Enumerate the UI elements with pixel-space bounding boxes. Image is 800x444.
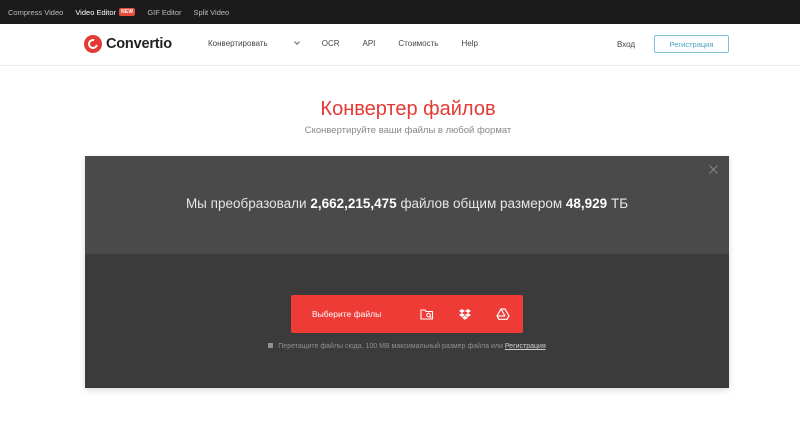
google-drive-icon[interactable] xyxy=(484,295,522,333)
topbar-link-video-editor[interactable]: Video Editor NEW xyxy=(75,7,136,17)
page-subtitle: Сконвертируйте ваши файлы в любой формат xyxy=(304,125,512,136)
main-nav: Конвертировать OCR API Стоимость Help xyxy=(208,39,501,48)
topbar-link-gif-editor[interactable]: GIF Editor xyxy=(147,8,181,17)
dropbox-icon[interactable] xyxy=(446,295,484,333)
topbar-link-compress-video[interactable]: Compress Video xyxy=(8,8,63,17)
lock-icon xyxy=(268,343,274,348)
logo-text: Convertio xyxy=(106,36,172,52)
new-badge: NEW xyxy=(119,8,136,16)
total-size: 48,929 xyxy=(565,196,608,211)
logo[interactable]: Convertio xyxy=(84,35,172,53)
topbar-link-split-video[interactable]: Split Video xyxy=(194,8,230,17)
page-title: Конвертер файлов xyxy=(320,98,496,120)
folder-search-icon[interactable] xyxy=(408,295,446,333)
converter-panel: Мы преобразовали 2,662,215,475 файлов об… xyxy=(85,156,729,388)
nav-item-convert[interactable]: Конвертировать xyxy=(208,39,300,48)
top-toolbar: Compress Video Video Editor NEW GIF Edit… xyxy=(0,0,800,24)
nav-item-convert-label: Конвертировать xyxy=(208,39,268,48)
choose-files-button-group: Выберите файлы xyxy=(291,295,523,333)
convertio-logo-icon xyxy=(84,35,102,53)
close-icon[interactable] xyxy=(708,164,719,175)
nav-item-pricing[interactable]: Стоимость xyxy=(398,39,438,48)
nav-item-help[interactable]: Help xyxy=(461,39,477,48)
stats-prefix: Мы преобразовали xyxy=(185,196,307,211)
upload-note-text: Перетащите файлы сюда. 100 MB максимальн… xyxy=(278,343,503,350)
stats-section: Мы преобразовали 2,662,215,475 файлов об… xyxy=(85,156,729,254)
chevron-down-icon xyxy=(293,39,300,45)
login-link[interactable]: Вход xyxy=(617,40,635,49)
upload-note: Перетащите файлы сюда. 100 MB максимальн… xyxy=(85,343,729,350)
site-header: Convertio Конвертировать OCR API Стоимос… xyxy=(0,24,800,66)
topbar-link-video-editor-label: Video Editor xyxy=(75,7,117,17)
nav-item-ocr[interactable]: OCR xyxy=(322,39,340,48)
nav-item-api[interactable]: API xyxy=(363,39,376,48)
size-unit: ТБ xyxy=(610,196,629,211)
register-button[interactable]: Регистрация xyxy=(654,35,729,53)
choose-files-button[interactable]: Выберите файлы xyxy=(312,309,408,319)
conversion-stats: Мы преобразовали 2,662,215,475 файлов об… xyxy=(85,196,729,211)
files-count: 2,662,215,475 xyxy=(310,196,397,211)
stats-middle: файлов общим размером xyxy=(400,196,563,211)
register-link[interactable]: Регистрация xyxy=(505,343,546,350)
